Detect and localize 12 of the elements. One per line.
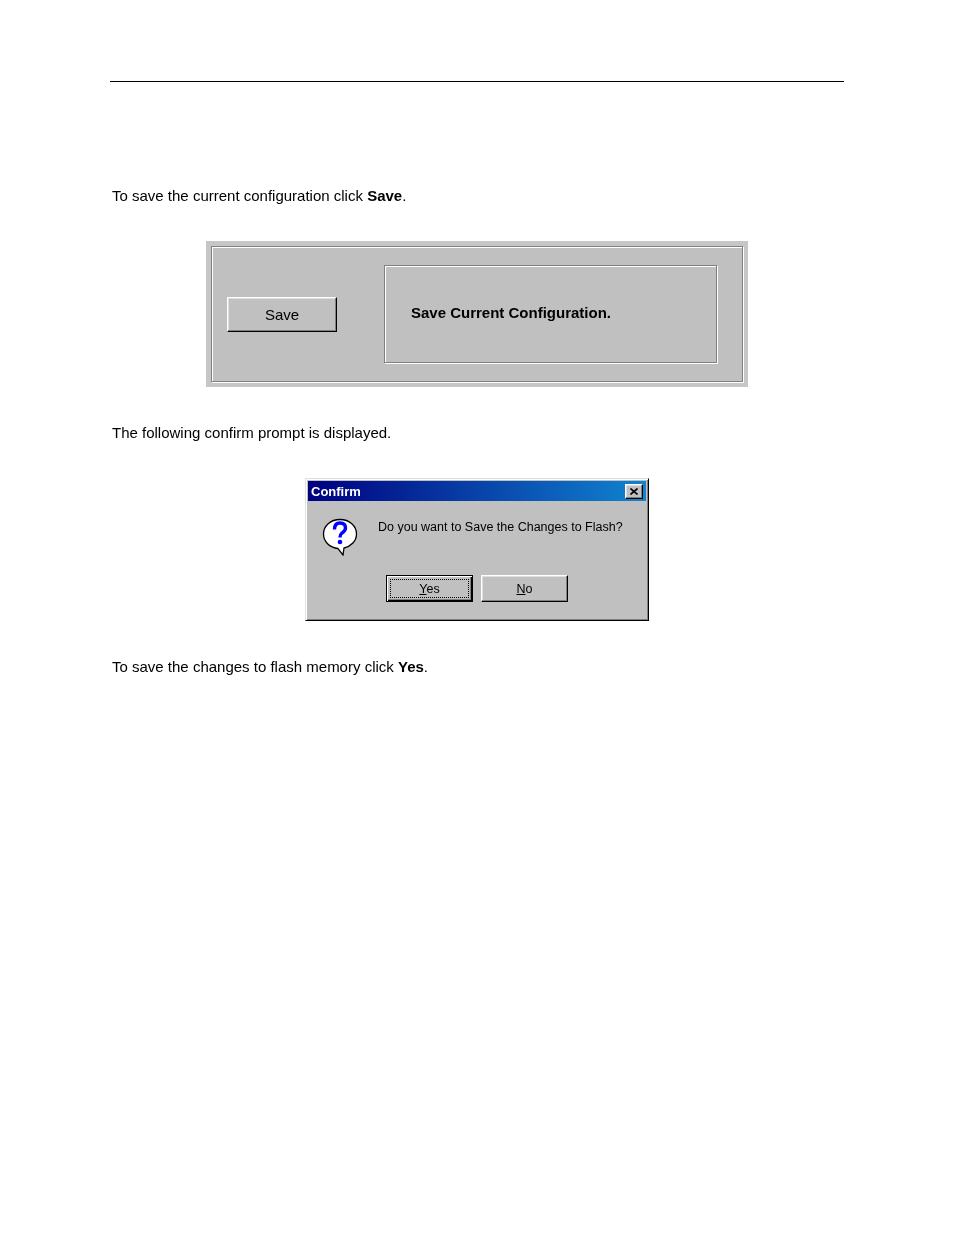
instruction-text: The following confirm prompt is displayed.: [112, 424, 392, 442]
dialog-button[interactable]: Yes: [386, 575, 473, 602]
close-icon: [630, 487, 638, 495]
instruction-text: To save the current configuration click Save.: [112, 187, 407, 205]
close-button[interactable]: [625, 483, 643, 499]
dialog-title: Confirm: [311, 483, 361, 499]
save-button[interactable]: Save: [227, 296, 337, 332]
instruction-text: To save the changes to flash memory click Yes.: [112, 658, 428, 676]
dialog-button[interactable]: No: [481, 575, 568, 602]
dialog-message: Do you want to Save the Changes to Flash?: [378, 520, 623, 535]
description-text: Save Current Configuration.: [411, 303, 612, 321]
question-bubble-icon: [322, 518, 358, 556]
